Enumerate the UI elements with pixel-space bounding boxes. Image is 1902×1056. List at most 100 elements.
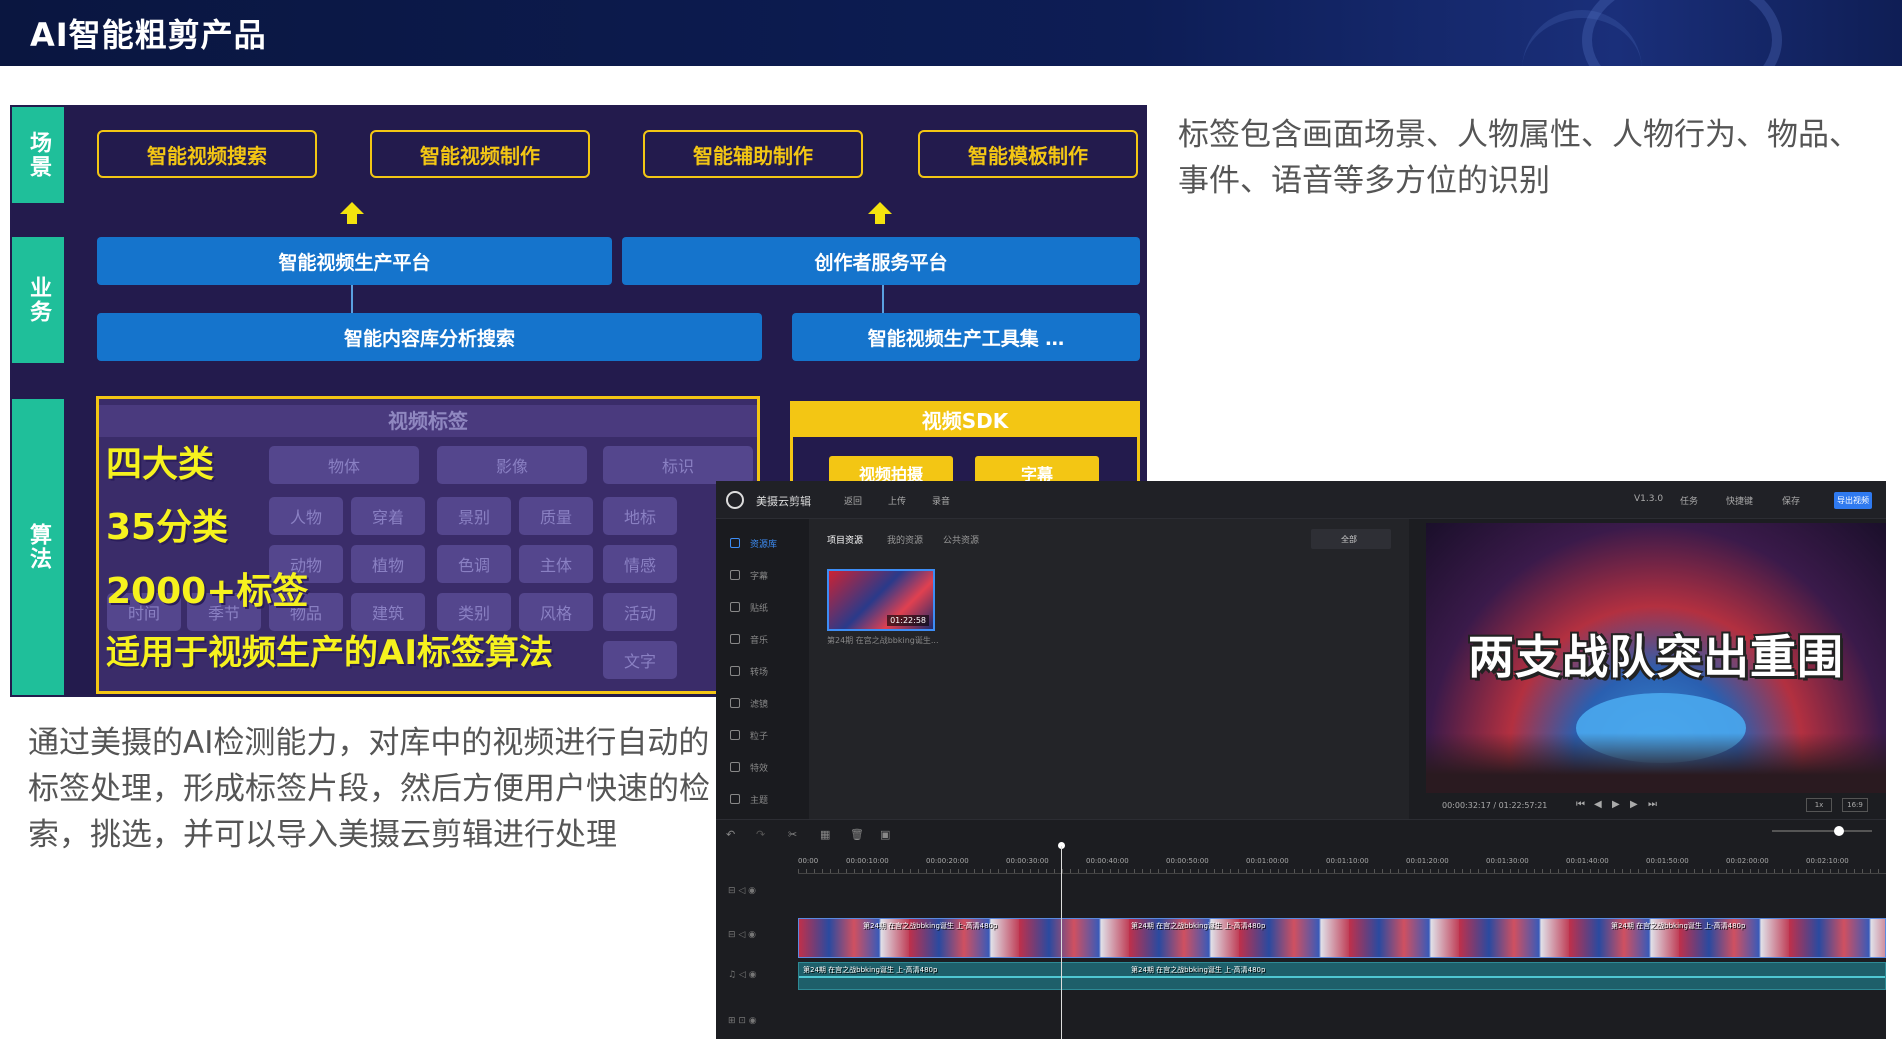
audio-clip[interactable]: 第24期 在宫之战bbking诞生 上-高清480p 第24期 在宫之战bbki…	[798, 962, 1886, 990]
scene-box-video-make: 智能视频制作	[370, 130, 590, 178]
prev-frame-icon[interactable]: ◀	[1594, 799, 1602, 810]
tag-cell: 穿着	[351, 497, 425, 535]
play-icon[interactable]: ▶	[1612, 799, 1620, 810]
particle-icon	[730, 730, 740, 740]
preview-canvas[interactable]: 两支战队突出重围	[1426, 523, 1886, 793]
platform-creator-service: 创作者服务平台	[622, 237, 1140, 285]
delete-icon[interactable]: 🗑	[850, 828, 864, 841]
sidebar-item-library[interactable]: 资源库	[716, 527, 809, 559]
timecode: 00:00:32:17 / 01:22:57:21	[1442, 801, 1548, 810]
connector-line	[882, 285, 884, 315]
subtitle-icon	[730, 570, 740, 580]
export-button[interactable]: 导出视频	[1834, 492, 1872, 509]
back-button[interactable]: 返回	[844, 494, 862, 507]
clip-duration: 01:22:58	[887, 615, 929, 626]
next-frame-icon[interactable]: ▶	[1630, 799, 1638, 810]
tag-cell: 活动	[603, 593, 677, 631]
split-icon[interactable]: ✂	[788, 828, 797, 841]
tag-panel-title: 视频标签	[99, 405, 757, 437]
tab-public-resources[interactable]: 公共资源	[943, 533, 979, 546]
resource-filter-select[interactable]: 全部	[1311, 529, 1391, 549]
app-name: 美摄云剪辑	[756, 495, 811, 508]
tag-cell: 影像	[437, 446, 587, 484]
tab-my-resources[interactable]: 我的资源	[887, 533, 923, 546]
theme-icon	[730, 794, 740, 804]
track-controls[interactable]: ♫ ◁ ◉	[728, 970, 757, 980]
audio-waveform	[799, 976, 1885, 978]
sidebar-item-effect[interactable]: 特效	[716, 751, 809, 783]
tag-cell: 地标	[603, 497, 677, 535]
highlight-four-categories: 四大类	[106, 444, 215, 485]
page-title: AI智能粗剪产品	[30, 16, 267, 54]
upload-button[interactable]: 上传	[888, 494, 906, 507]
track-controls[interactable]: ⊟ ◁ ◉	[728, 930, 756, 940]
tag-cell: 人物	[269, 497, 343, 535]
scene-box-template-make: 智能模板制作	[918, 130, 1138, 178]
zoom-knob[interactable]	[1834, 826, 1844, 836]
timeline-ruler[interactable]: 00:00 00:00:10:00 00:00:20:00 00:00:30:0…	[798, 854, 1886, 874]
arrow-up-icon	[340, 202, 364, 214]
side-label-algorithm: 算法	[12, 399, 64, 695]
media-panel: 项目资源 我的资源 公共资源 全部 01:22:58 第24期 在宫之战bbki…	[809, 519, 1409, 819]
editor-sidebar: 资源库 字幕 贴纸 音乐 转场 滤镜 粒子 特效 主题	[716, 519, 809, 819]
ruler-tick: 00:02:10:00	[1806, 857, 1849, 865]
media-thumbnail[interactable]: 01:22:58	[827, 569, 935, 631]
scene-box-assist-make: 智能辅助制作	[643, 130, 863, 178]
video-clip[interactable]: 第24期 在宫之战bbking诞生 上-高清480p 第24期 在宫之战bbki…	[798, 918, 1886, 958]
freeze-icon[interactable]: ▦	[820, 828, 830, 841]
music-icon	[730, 634, 740, 644]
aspect-ratio-select[interactable]: 16:9	[1842, 798, 1868, 812]
track-controls[interactable]: ⊞ ⊡ ◉	[728, 1016, 757, 1026]
side-label-business: 业务	[12, 237, 64, 363]
ruler-tick: 00:01:50:00	[1646, 857, 1689, 865]
sidebar-item-theme[interactable]: 主题	[716, 783, 809, 815]
arrow-up-icon	[868, 202, 892, 214]
undo-icon[interactable]: ↶	[726, 828, 735, 841]
sidebar-item-label: 粒子	[750, 731, 769, 742]
connector-line	[351, 285, 353, 315]
ruler-tick: 00:01:20:00	[1406, 857, 1449, 865]
filter-icon	[730, 698, 740, 708]
tag-cell: 景别	[437, 497, 511, 535]
editor-topbar: 美摄云剪辑 返回 上传 录音 V1.3.0 任务 快捷键 保存 导出视频	[716, 481, 1886, 519]
playback-rate-select[interactable]: 1x	[1806, 798, 1832, 812]
ruler-tick: 00:00:20:00	[926, 857, 969, 865]
skip-back-icon[interactable]: ⏮	[1576, 799, 1585, 810]
sidebar-item-sticker[interactable]: 贴纸	[716, 591, 809, 623]
ruler-tick: 00:00:10:00	[846, 857, 889, 865]
sidebar-item-particle[interactable]: 粒子	[716, 719, 809, 751]
sticker-icon	[730, 602, 740, 612]
tag-cell: 物体	[269, 446, 419, 484]
header-bar: AI智能粗剪产品	[0, 0, 1902, 66]
clip-label: 第24期 在宫之战bbking诞生 上-高清480p	[863, 922, 998, 930]
sidebar-item-filter[interactable]: 滤镜	[716, 687, 809, 719]
skip-forward-icon[interactable]: ⏭	[1648, 799, 1657, 810]
cloud-editor-screenshot: 美摄云剪辑 返回 上传 录音 V1.3.0 任务 快捷键 保存 导出视频 资源库…	[716, 481, 1886, 1039]
sidebar-item-subtitle[interactable]: 字幕	[716, 559, 809, 591]
track-controls[interactable]: ⊟ ◁ ◉	[728, 886, 756, 896]
tasks-button[interactable]: 任务	[1680, 494, 1698, 507]
side-label-scene: 场景	[12, 107, 64, 203]
shortcuts-button[interactable]: 快捷键	[1726, 494, 1753, 507]
highlight-35-classes: 35分类	[106, 507, 229, 548]
redo-icon[interactable]: ↷	[756, 828, 765, 841]
save-button[interactable]: 保存	[1782, 494, 1800, 507]
tab-project-resources[interactable]: 项目资源	[827, 533, 863, 546]
tag-cell: 质量	[519, 497, 593, 535]
sidebar-item-label: 转场	[750, 667, 769, 678]
tag-cell: 主体	[519, 545, 593, 583]
sidebar-item-label: 主题	[750, 795, 769, 806]
timeline-zoom-slider[interactable]	[1772, 826, 1872, 836]
app-logo-icon	[726, 491, 744, 509]
record-button[interactable]: 录音	[932, 494, 950, 507]
timeline: ↶ ↷ ✂ ▦ 🗑 ▣ 00:00 00:00:10:00 00:00:20:0…	[716, 819, 1886, 1039]
tag-cell: 植物	[351, 545, 425, 583]
ruler-tick: 00:01:10:00	[1326, 857, 1369, 865]
playhead[interactable]	[1061, 846, 1062, 1039]
crop-icon[interactable]: ▣	[880, 828, 890, 841]
arrow-stem	[347, 214, 357, 224]
ruler-tick: 00:01:00:00	[1246, 857, 1289, 865]
sidebar-item-transition[interactable]: 转场	[716, 655, 809, 687]
sidebar-item-label: 资源库	[750, 539, 778, 550]
sidebar-item-music[interactable]: 音乐	[716, 623, 809, 655]
